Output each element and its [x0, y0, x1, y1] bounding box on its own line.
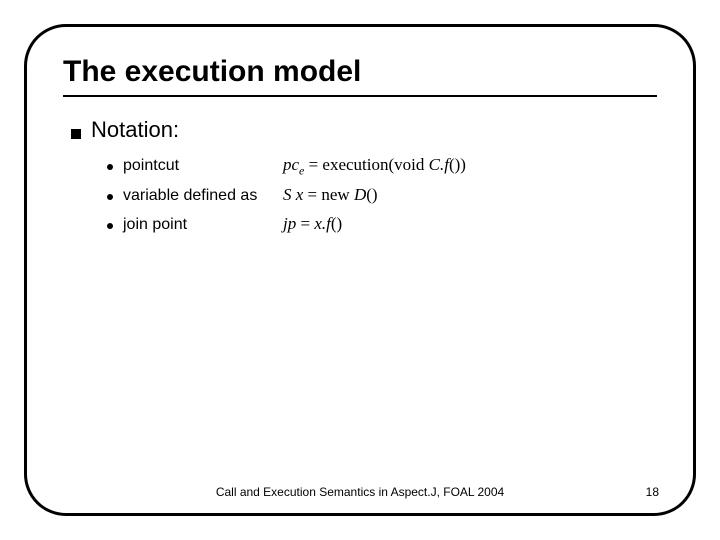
square-bullet-icon: [71, 129, 81, 139]
item-math: S x = new D(): [283, 181, 378, 210]
dot-bullet-icon: [107, 164, 113, 170]
notation-label: Notation:: [91, 117, 179, 143]
footer-text: Call and Execution Semantics in Aspect.J…: [27, 485, 693, 499]
page-number: 18: [646, 485, 659, 499]
notation-list: pointcut pce = execution(void C.f()) var…: [71, 151, 657, 238]
dot-bullet-icon: [107, 223, 113, 229]
slide-frame: The execution model Notation: pointcut p…: [24, 24, 696, 516]
list-item: variable defined as S x = new D(): [107, 181, 657, 210]
list-item: pointcut pce = execution(void C.f()): [107, 151, 657, 181]
slide-title: The execution model: [63, 55, 657, 97]
item-math: pce = execution(void C.f()): [283, 151, 466, 181]
item-label: variable defined as: [123, 182, 273, 209]
notation-heading: Notation:: [71, 117, 657, 143]
item-math: jp = x.f(): [283, 210, 342, 239]
slide-body: Notation: pointcut pce = execution(void …: [63, 117, 657, 238]
list-item: join point jp = x.f(): [107, 210, 657, 239]
dot-bullet-icon: [107, 194, 113, 200]
item-label: pointcut: [123, 152, 273, 179]
item-label: join point: [123, 211, 273, 238]
